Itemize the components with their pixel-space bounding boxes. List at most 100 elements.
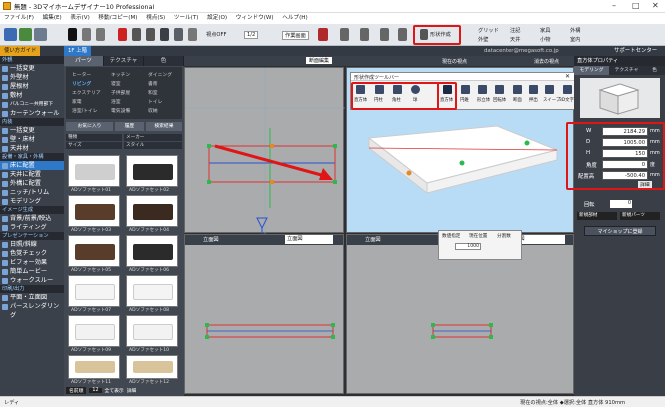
count-box[interactable]: 12 <box>89 388 102 393</box>
part-thumb[interactable]: ADソファセット10 <box>126 315 178 353</box>
nav-item[interactable]: 簡単ムービー <box>0 267 64 276</box>
height-field[interactable]: 150 <box>602 149 648 158</box>
plan-viewport[interactable] <box>184 67 345 234</box>
front-viewport[interactable]: 立面図 立面図 <box>184 234 344 394</box>
paste-icon[interactable] <box>146 28 155 41</box>
category-item[interactable]: 収納 <box>148 107 158 114</box>
chk-small[interactable]: 小物 <box>540 36 550 43</box>
menu-help[interactable]: ヘルプ(H) <box>282 15 307 21</box>
shape-toolbar-close-icon[interactable]: ✕ <box>565 73 570 80</box>
redo-icon[interactable] <box>96 28 105 41</box>
undo-icon[interactable] <box>82 28 91 41</box>
save-icon[interactable] <box>19 28 32 41</box>
shape-edit-button[interactable]: 形状作成 <box>430 31 451 38</box>
rotate-body-icon[interactable] <box>495 85 504 94</box>
category-item[interactable]: トイレ <box>148 98 162 105</box>
part-thumb[interactable]: ADソファセット09 <box>68 315 120 353</box>
current-view-label[interactable]: 現在の視点 <box>442 58 467 65</box>
show-all-checkbox[interactable]: 全て表示 <box>105 387 124 394</box>
nav-item[interactable]: 背景/前景/映込 <box>0 214 64 223</box>
nav-item[interactable]: 色覚チェック <box>0 249 64 258</box>
section-edit-button[interactable]: 断面編集 <box>306 57 333 64</box>
angle-field[interactable]: 0 <box>602 160 648 169</box>
menu-viewpoint[interactable]: 視点(S) <box>146 15 165 21</box>
filter-size[interactable]: サイズ <box>66 142 122 149</box>
chk-grid[interactable]: グリッド <box>478 27 499 34</box>
menu-settings[interactable]: 設定(O) <box>207 15 227 21</box>
layer-icon[interactable] <box>174 28 183 41</box>
sun-icon[interactable] <box>360 28 369 41</box>
render-icon[interactable] <box>380 28 389 41</box>
prism-icon[interactable] <box>393 85 402 94</box>
part-thumb[interactable]: ADソファセット08 <box>126 275 178 313</box>
section-icon[interactable] <box>513 85 522 94</box>
shape-edit-icon[interactable] <box>420 29 428 40</box>
nav-item[interactable]: 屋根材 <box>0 82 64 91</box>
menu-file[interactable]: ファイル(F) <box>4 15 34 21</box>
menu-view[interactable]: 表示(V) <box>70 15 89 21</box>
nav-item[interactable]: ウォークスルー <box>0 276 64 285</box>
nav-item[interactable]: 天井材 <box>0 144 64 153</box>
nav-item[interactable]: 天井に配置 <box>0 170 64 179</box>
nav-item[interactable]: 平面・立面図 <box>0 293 64 302</box>
category-item[interactable]: 和室 <box>148 89 158 96</box>
nav-item[interactable]: 外構に配置 <box>0 179 64 188</box>
chk-wall[interactable]: 外壁 <box>478 36 488 43</box>
part-thumb[interactable]: ADソファセット11 <box>68 355 120 385</box>
category-item[interactable]: 電気設備 <box>111 107 130 114</box>
sphere-icon[interactable] <box>411 85 420 94</box>
filter-maker[interactable]: メーカー <box>124 134 182 141</box>
chk-exterior[interactable]: 外構 <box>570 27 580 34</box>
nav-item[interactable]: パースレンダリング <box>0 302 64 319</box>
part-thumb[interactable]: ADソファセット05 <box>68 235 120 273</box>
tab-texture-right[interactable]: テクスチャ <box>609 66 644 75</box>
walk-icon[interactable] <box>398 28 407 41</box>
close-icon[interactable]: ✕ <box>652 1 659 10</box>
cube-icon[interactable] <box>356 85 365 94</box>
project-icon[interactable] <box>4 28 17 41</box>
print-icon[interactable] <box>188 28 197 41</box>
extrude-icon[interactable] <box>529 85 538 94</box>
group-icon[interactable] <box>160 28 169 41</box>
open-icon[interactable] <box>34 28 47 41</box>
part-thumb[interactable]: ADソファセット01 <box>68 155 120 193</box>
pointer-icon[interactable] <box>68 28 77 41</box>
minimize-icon[interactable]: – <box>612 1 616 10</box>
nav-item-floor-place[interactable]: 床に配置 <box>0 161 64 170</box>
category-item[interactable]: 浴室 <box>111 98 121 105</box>
camera-icon[interactable] <box>318 28 328 41</box>
part-thumb[interactable]: ADソファセット03 <box>68 195 120 233</box>
menu-tools[interactable]: ツール(T) <box>174 15 199 21</box>
part-thumb[interactable]: ADソファセット12 <box>126 355 178 385</box>
menu-edit[interactable]: 編集(E) <box>43 15 62 21</box>
chk-furniture[interactable]: 家具 <box>540 27 550 34</box>
width-field[interactable]: 2184.29 <box>602 127 648 136</box>
layout-select[interactable]: 作業画面 <box>282 31 309 40</box>
tab-texture[interactable]: テクスチャ <box>104 56 144 66</box>
nav-item[interactable]: カーテンウォール <box>0 109 64 118</box>
detail-button[interactable]: 詳細 <box>638 181 652 188</box>
scale-select[interactable]: 1/2 <box>244 31 259 39</box>
sweep-icon[interactable] <box>545 85 554 94</box>
menu-move[interactable]: 移動/コピー(M) <box>98 15 137 21</box>
tab-color[interactable]: 色 <box>144 56 184 66</box>
category-item[interactable]: ダイニング <box>148 71 172 78</box>
option-numeric[interactable]: 数値指定 <box>442 233 460 239</box>
elevation-field[interactable]: -500.40 <box>602 171 648 180</box>
filter-style[interactable]: スタイル <box>124 142 182 149</box>
support-link[interactable]: サポートセンター <box>610 46 661 56</box>
nav-item[interactable]: バルコニー共用部下 <box>0 100 64 109</box>
part-thumb[interactable]: ADソファセット06 <box>126 235 178 273</box>
erase-view-label[interactable]: 消去の視点 <box>534 58 559 65</box>
favorites-button[interactable]: お気に入り <box>66 122 113 131</box>
view-level-label[interactable]: 視点OFF <box>206 31 226 38</box>
tab-modeling[interactable]: モデリング <box>574 66 609 75</box>
front-view-select[interactable]: 立面図 <box>285 235 333 244</box>
nav-item[interactable]: 外壁材 <box>0 73 64 82</box>
part-thumb[interactable]: ADソファセット02 <box>126 155 178 193</box>
chk-note[interactable]: 注記 <box>510 27 520 34</box>
search-result-button[interactable]: 検索結果 <box>145 122 182 131</box>
history-button[interactable]: 履歴 <box>114 122 144 131</box>
tab-color-right[interactable]: 色 <box>644 66 665 75</box>
value-input[interactable]: 1000 <box>455 243 481 250</box>
